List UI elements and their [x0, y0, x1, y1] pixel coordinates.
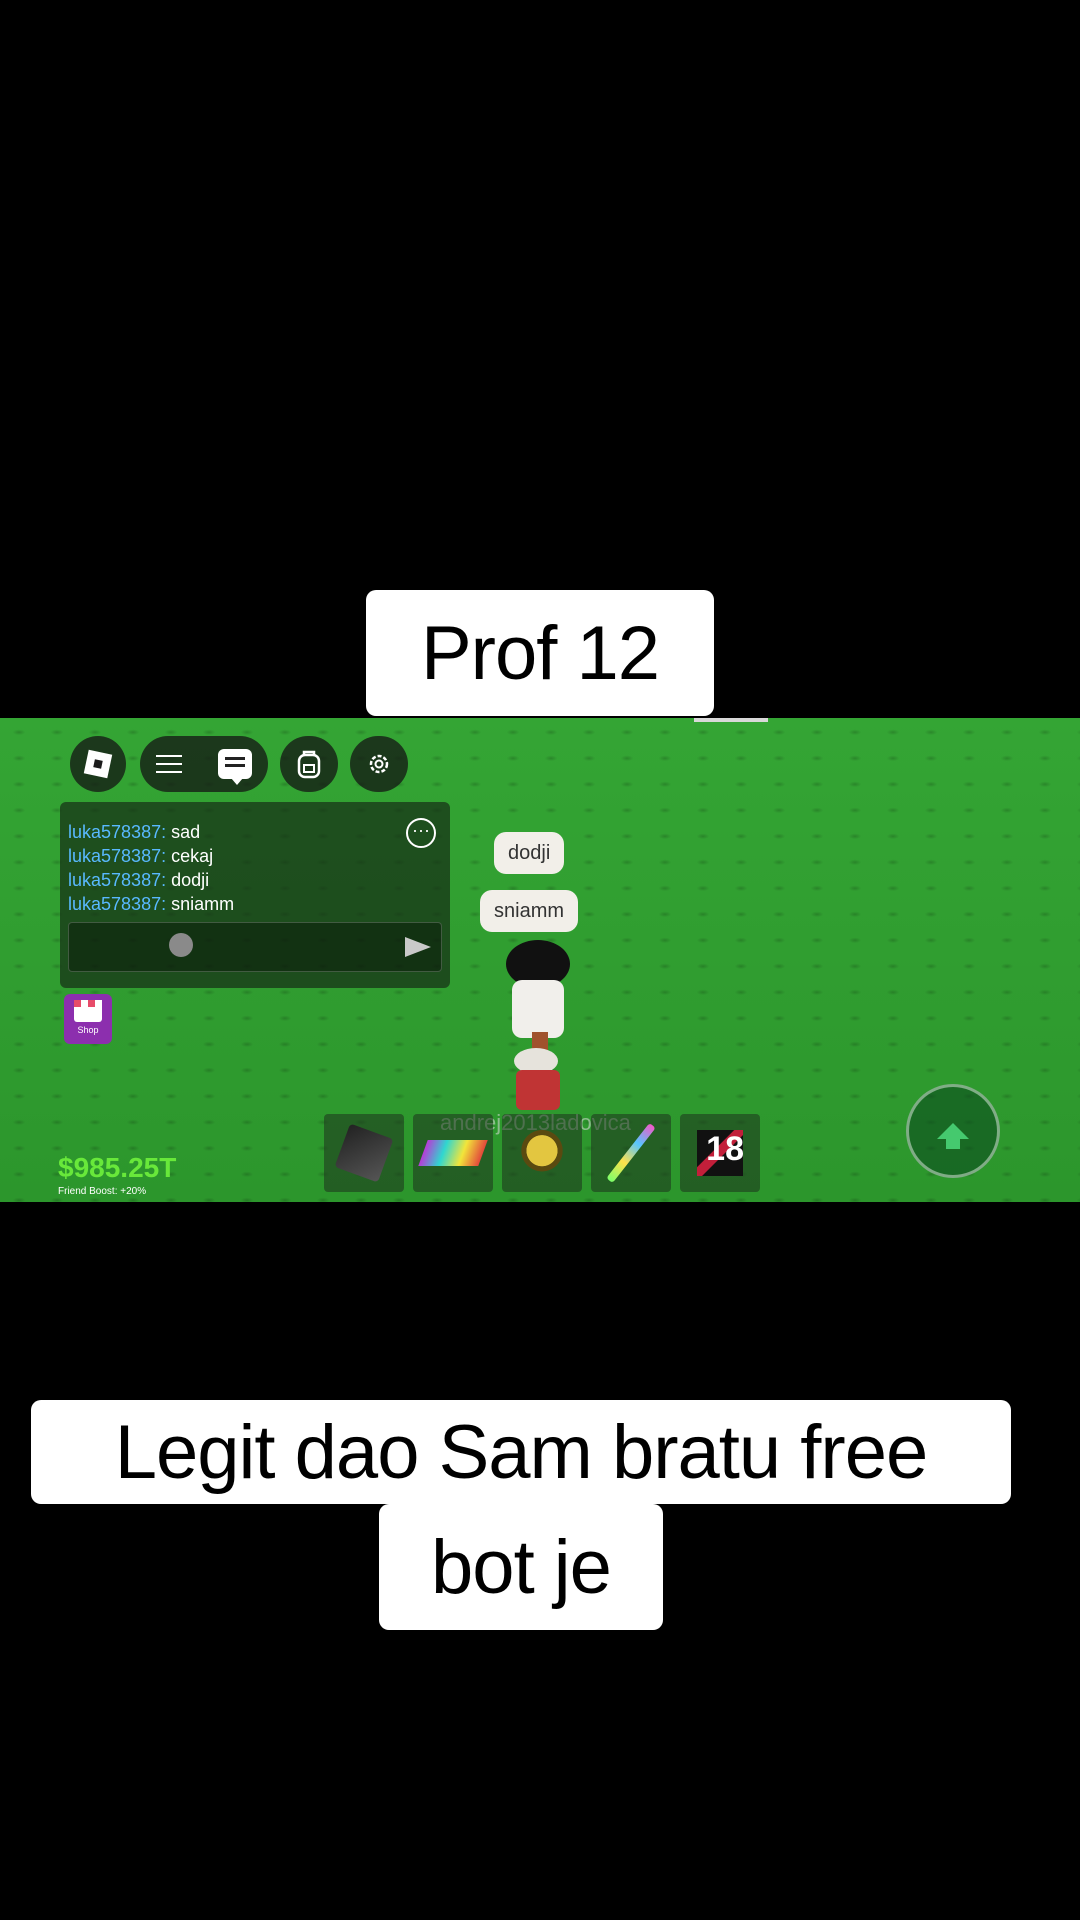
menu-chat-toggle[interactable]: [140, 736, 268, 792]
caption-bottom-line-2: bot je: [379, 1504, 663, 1630]
chat-text: sad: [171, 822, 201, 842]
chat-message: luka578387: dodji: [68, 868, 234, 892]
speech-bubble: sniamm: [480, 890, 579, 932]
hotbar-slot-carpet[interactable]: [413, 1114, 493, 1192]
slot-count: 18: [706, 1130, 744, 1168]
cursor-dot-icon: [169, 933, 193, 957]
shop-button[interactable]: Shop: [64, 994, 112, 1044]
speech-bubble: dodji: [494, 832, 565, 874]
hotbar-slot-cape[interactable]: [324, 1114, 404, 1192]
player-avatar[interactable]: [498, 940, 578, 1050]
carpet-icon: [418, 1140, 488, 1166]
settings-button[interactable]: [350, 736, 408, 792]
shop-label: Shop: [77, 1025, 99, 1035]
chat-message: luka578387: sad: [68, 820, 234, 844]
chat-username[interactable]: luka578387:: [68, 894, 166, 914]
chat-message: luka578387: sniamm: [68, 892, 234, 916]
chat-username[interactable]: luka578387:: [68, 846, 166, 866]
backpack-icon: [297, 750, 321, 779]
divider-line: [694, 718, 768, 722]
chat-message: luka578387: cekaj: [68, 844, 234, 868]
caption-bottom-line-1: Legit dao Sam bratu free: [31, 1400, 1011, 1504]
chat-window[interactable]: luka578387: sad luka578387: cekaj luka57…: [60, 802, 450, 988]
more-options-icon[interactable]: ···: [406, 818, 436, 848]
sword-icon: [606, 1122, 656, 1184]
chat-messages: luka578387: sad luka578387: cekaj luka57…: [68, 820, 234, 916]
chat-text: sniamm: [171, 894, 235, 914]
game-viewport[interactable]: luka578387: sad luka578387: cekaj luka57…: [0, 718, 1080, 1202]
backpack-button[interactable]: [280, 736, 338, 792]
hotbar-slot-dark-item[interactable]: 18: [680, 1114, 760, 1192]
chat-icon[interactable]: [218, 749, 252, 785]
jump-button[interactable]: [906, 1084, 1000, 1178]
gear-icon: [369, 754, 389, 774]
hotbar-slot-mask[interactable]: [502, 1114, 582, 1192]
roblox-menu-button[interactable]: [70, 736, 126, 792]
chat-text: cekaj: [171, 846, 214, 866]
player-avatar[interactable]: [510, 1048, 566, 1118]
chat-input[interactable]: [68, 922, 442, 972]
mask-icon: [519, 1130, 565, 1176]
send-icon[interactable]: [405, 937, 431, 957]
caption-top: Prof 12: [366, 590, 714, 716]
hamburger-icon[interactable]: [156, 755, 182, 773]
chat-text: dodji: [171, 870, 210, 890]
money-counter: $985.25T: [58, 1152, 177, 1183]
cape-icon: [334, 1123, 394, 1183]
up-arrow-icon: [937, 1123, 969, 1149]
chat-username[interactable]: luka578387:: [68, 822, 166, 842]
shop-icon: [74, 1000, 102, 1022]
friend-boost-label: Friend Boost: +20%: [58, 1186, 147, 1197]
hotbar-slot-sword[interactable]: [591, 1114, 671, 1192]
hotbar: 18: [324, 1114, 760, 1192]
chat-username[interactable]: luka578387:: [68, 870, 166, 890]
roblox-logo-icon: [83, 749, 113, 779]
